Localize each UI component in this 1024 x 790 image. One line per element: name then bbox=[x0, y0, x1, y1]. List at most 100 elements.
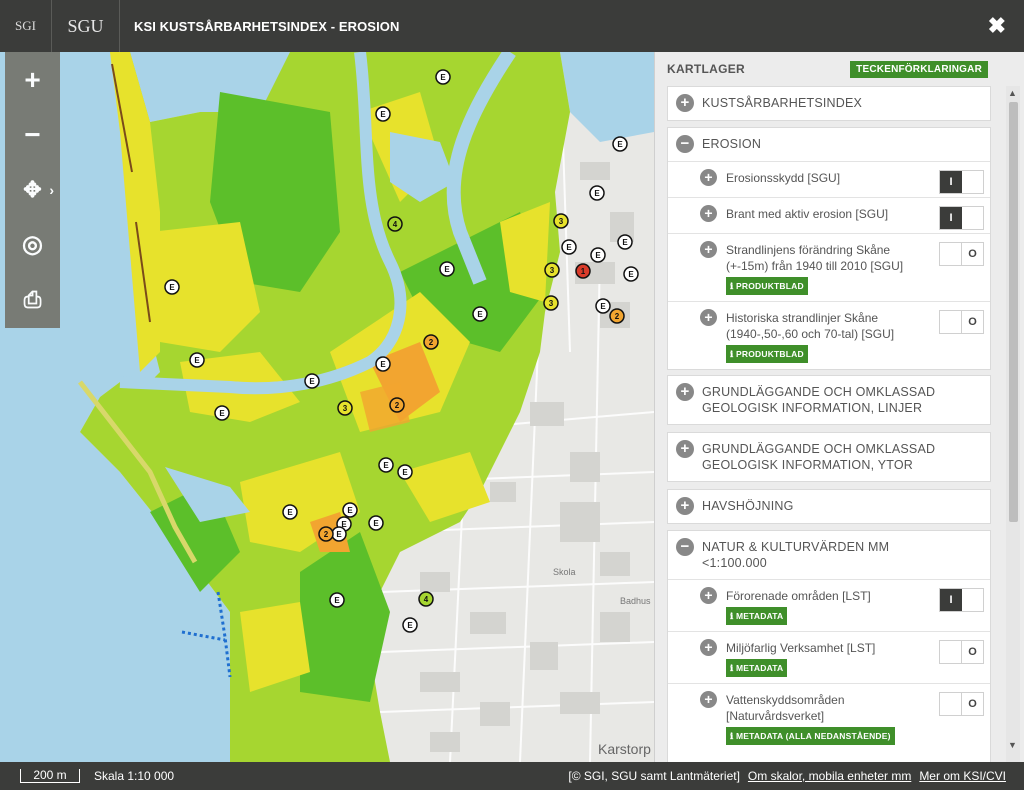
expand-plus-icon[interactable]: + bbox=[700, 639, 717, 656]
expand-plus-icon[interactable]: + bbox=[676, 497, 694, 515]
map-marker[interactable]: E bbox=[375, 356, 391, 372]
expand-plus-icon[interactable]: + bbox=[700, 309, 717, 326]
map-marker[interactable]: E bbox=[375, 106, 391, 122]
layer-fororenade-omraden[interactable]: + Förorenade områden [LST] ℹ METADATA I bbox=[668, 579, 990, 631]
zoom-in-button[interactable]: + bbox=[5, 52, 60, 107]
group-geologisk-linjer[interactable]: + GRUNDLÄGGANDE OCH OMKLASSAD GEOLOGISK … bbox=[667, 375, 991, 425]
expand-plus-icon[interactable]: + bbox=[700, 691, 717, 708]
expand-plus-icon[interactable]: + bbox=[700, 241, 717, 258]
collapse-minus-icon[interactable]: − bbox=[676, 135, 694, 153]
map-marker[interactable]: E bbox=[589, 185, 605, 201]
map-marker[interactable]: 4 bbox=[387, 216, 403, 232]
map-marker[interactable]: E bbox=[282, 504, 298, 520]
layer-toggle[interactable]: I bbox=[939, 170, 984, 194]
app-title: KSI KUSTSÅRBARHETSINDEX - EROSION bbox=[134, 18, 400, 34]
layer-brant-erosion[interactable]: + Brant med aktiv erosion [SGU] I bbox=[668, 197, 990, 233]
map-view[interactable]: EEEE43EEEE31E3E2EE2EEE23EEEEEEEE2E4E Kar… bbox=[0, 52, 654, 762]
map-marker-label: E bbox=[169, 283, 175, 292]
map-marker[interactable]: E bbox=[329, 592, 345, 608]
expand-plus-icon[interactable]: + bbox=[676, 383, 694, 401]
layer-toggle[interactable]: O bbox=[939, 242, 984, 266]
group-natur-kulturvarden[interactable]: − NATUR & KULTURVÄRDEN MM <1:100.000 + F… bbox=[667, 530, 991, 762]
map-marker[interactable]: 1 bbox=[575, 263, 591, 279]
place-label-skola: Skola bbox=[553, 567, 576, 577]
map-marker[interactable]: E bbox=[402, 617, 418, 633]
layer-vattenskyddsomraden[interactable]: + Vattenskyddsområden [Naturvårdsverket]… bbox=[668, 683, 990, 749]
layer-toggle[interactable]: O bbox=[939, 640, 984, 664]
expand-plus-icon[interactable]: + bbox=[700, 169, 717, 186]
group-havshojning[interactable]: + HAVSHÖJNING bbox=[667, 489, 991, 524]
group-header[interactable]: − EROSION bbox=[668, 128, 990, 161]
map-marker[interactable]: E bbox=[595, 298, 611, 314]
map-marker[interactable]: E bbox=[623, 266, 639, 282]
metadata-badge[interactable]: ℹ METADATA bbox=[726, 659, 788, 677]
metadata-badge[interactable]: ℹ METADATA bbox=[726, 607, 788, 625]
metadata-badge[interactable]: ℹ METADATA (ALLA NEDANSTÅENDE) bbox=[726, 727, 895, 745]
map-marker[interactable]: 3 bbox=[337, 400, 353, 416]
map-marker[interactable]: E bbox=[435, 69, 451, 85]
info-icon: ℹ bbox=[730, 281, 734, 291]
map-marker[interactable]: E bbox=[397, 464, 413, 480]
zoom-out-button[interactable]: − bbox=[5, 107, 60, 162]
map-canvas[interactable]: EEEE4 3EEEE 3 1 E3 E2EE2EEE23EEEE EE EE2E 4E Kar… bbox=[0, 52, 654, 762]
layer-toggle[interactable]: I bbox=[939, 588, 984, 612]
map-marker[interactable]: 2 bbox=[318, 526, 334, 542]
close-button[interactable]: ✖ bbox=[988, 15, 1006, 37]
panel-scrollbar[interactable]: ▲ ▼ bbox=[1006, 86, 1020, 762]
map-marker[interactable]: E bbox=[439, 261, 455, 277]
map-marker[interactable]: E bbox=[342, 502, 358, 518]
map-marker[interactable]: E bbox=[164, 279, 180, 295]
group-header[interactable]: + HAVSHÖJNING bbox=[668, 490, 990, 523]
map-marker[interactable]: 3 bbox=[543, 295, 559, 311]
legend-button[interactable]: TECKENFÖRKLARINGAR bbox=[850, 61, 988, 78]
map-marker[interactable]: E bbox=[368, 515, 384, 531]
layer-erosionsskydd[interactable]: + Erosionsskydd [SGU] I bbox=[668, 161, 990, 197]
map-marker[interactable]: E bbox=[331, 526, 347, 542]
group-header[interactable]: − NATUR & KULTURVÄRDEN MM <1:100.000 bbox=[668, 531, 990, 579]
group-erosion[interactable]: − EROSION + Erosionsskydd [SGU] I + Bran… bbox=[667, 127, 991, 370]
map-marker[interactable]: 2 bbox=[389, 397, 405, 413]
scrollbar-thumb[interactable] bbox=[1009, 102, 1018, 522]
expand-plus-icon[interactable]: + bbox=[700, 587, 717, 604]
map-marker[interactable]: 2 bbox=[609, 308, 625, 324]
layer-miljofarlig-verksamhet[interactable]: + Miljöfarlig Verksamhet [LST] ℹ METADAT… bbox=[668, 631, 990, 683]
map-marker[interactable]: E bbox=[612, 136, 628, 152]
map-marker[interactable]: 2 bbox=[423, 334, 439, 350]
map-marker[interactable]: E bbox=[590, 247, 606, 263]
link-mer-om-ksi[interactable]: Mer om KSI/CVI bbox=[919, 769, 1006, 783]
map-marker[interactable]: E bbox=[617, 234, 633, 250]
map-marker[interactable]: E bbox=[561, 239, 577, 255]
group-header[interactable]: + GRUNDLÄGGANDE OCH OMKLASSAD GEOLOGISK … bbox=[668, 376, 990, 424]
link-skalor-mobila[interactable]: Om skalor, mobila enheter mm bbox=[748, 769, 911, 783]
group-header[interactable]: + GRUNDLÄGGANDE OCH OMKLASSAD GEOLOGISK … bbox=[668, 433, 990, 481]
expand-plus-icon[interactable]: + bbox=[700, 205, 717, 222]
group-header[interactable]: + KUSTSÅRBARHETSINDEX bbox=[668, 87, 990, 120]
layer-toggle[interactable]: O bbox=[939, 692, 984, 716]
map-marker[interactable]: 3 bbox=[553, 213, 569, 229]
scroll-down-icon[interactable]: ▼ bbox=[1008, 740, 1017, 750]
produktblad-badge[interactable]: ℹ PRODUKTBLAD bbox=[726, 345, 808, 363]
map-marker-label: 3 bbox=[549, 299, 554, 308]
map-marker[interactable]: 4 bbox=[418, 591, 434, 607]
layer-toggle[interactable]: O bbox=[939, 310, 984, 334]
layer-historiska-strandlinjer[interactable]: + Historiska strandlinjer Skåne (1940-,5… bbox=[668, 301, 990, 369]
info-icon: ℹ bbox=[730, 663, 734, 673]
expand-plus-icon[interactable]: + bbox=[676, 440, 694, 458]
map-marker[interactable]: E bbox=[472, 306, 488, 322]
expand-plus-icon[interactable]: + bbox=[676, 94, 694, 112]
map-marker[interactable]: E bbox=[378, 457, 394, 473]
group-geologisk-ytor[interactable]: + GRUNDLÄGGANDE OCH OMKLASSAD GEOLOGISK … bbox=[667, 432, 991, 482]
map-marker[interactable]: E bbox=[189, 352, 205, 368]
print-button[interactable]: ⎙ bbox=[5, 272, 60, 327]
produktblad-badge[interactable]: ℹ PRODUKTBLAD bbox=[726, 277, 808, 295]
collapse-minus-icon[interactable]: − bbox=[676, 538, 694, 556]
scroll-up-icon[interactable]: ▲ bbox=[1008, 88, 1017, 98]
layer-toggle[interactable]: I bbox=[939, 206, 984, 230]
locate-button[interactable]: ◎ bbox=[5, 217, 60, 272]
layer-strandlinjens-forandring[interactable]: + Strandlinjens förändring Skåne (+-15m)… bbox=[668, 233, 990, 301]
pan-icon[interactable]: ✥ › bbox=[5, 162, 60, 217]
map-marker[interactable]: E bbox=[214, 405, 230, 421]
map-marker[interactable]: 3 bbox=[544, 262, 560, 278]
map-marker[interactable]: E bbox=[304, 373, 320, 389]
group-kustsarbarhetsindex[interactable]: + KUSTSÅRBARHETSINDEX bbox=[667, 86, 991, 121]
